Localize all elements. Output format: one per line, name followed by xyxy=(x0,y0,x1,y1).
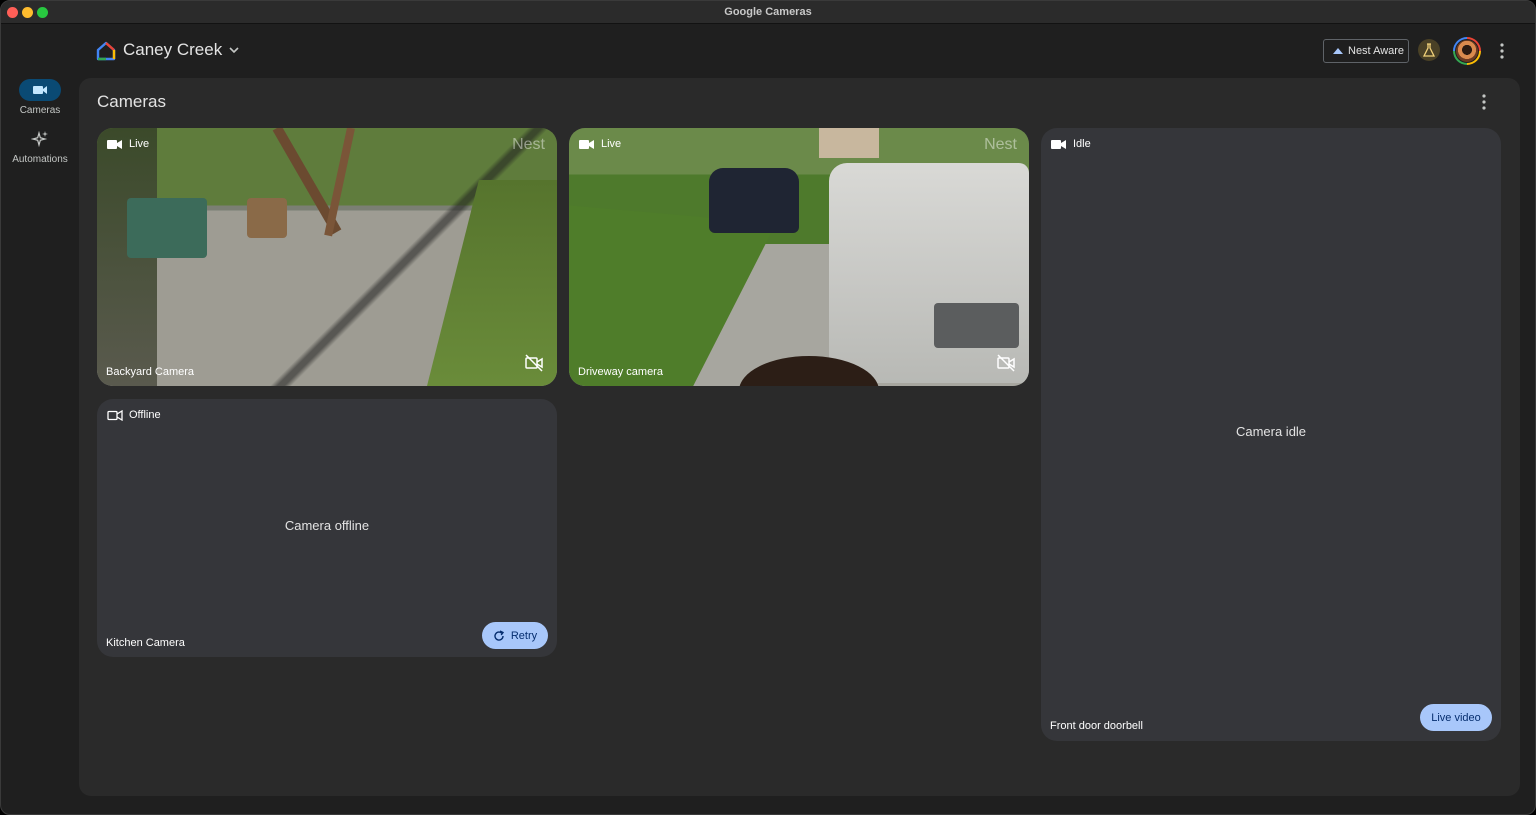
camera-card-kitchen[interactable]: Offline Camera offline Kitchen Camera Re… xyxy=(97,399,557,657)
status-label: Offline xyxy=(129,409,161,421)
status-badge: Idle xyxy=(1051,138,1091,150)
camera-card-backyard[interactable]: Live Nest Backyard Camera xyxy=(97,128,557,386)
retry-button[interactable]: Retry xyxy=(482,622,548,649)
nest-aware-icon xyxy=(1333,48,1343,54)
chevron-down-icon[interactable] xyxy=(227,43,241,57)
nest-aware-button[interactable]: Nest Aware xyxy=(1323,39,1409,63)
rail-item-automations[interactable]: Automations xyxy=(9,128,71,165)
status-label: Live xyxy=(129,138,150,150)
nest-watermark: Nest xyxy=(512,136,545,153)
google-home-logo-icon xyxy=(96,41,116,61)
camera-name: Kitchen Camera xyxy=(106,637,185,649)
videocam-icon xyxy=(107,139,122,149)
camera-offline-message: Camera offline xyxy=(284,518,370,533)
title-bar: Google Cameras xyxy=(1,1,1535,24)
status-label: Idle xyxy=(1073,138,1091,150)
camera-name: Backyard Camera xyxy=(106,366,195,378)
camera-idle-message: Camera idle xyxy=(1235,424,1307,439)
flask-icon xyxy=(1423,43,1435,57)
videocam-icon xyxy=(579,139,594,149)
status-label: Live xyxy=(601,138,622,150)
more-vert-icon[interactable] xyxy=(1477,92,1491,112)
videocam-off-icon[interactable] xyxy=(997,354,1015,372)
videocam-icon xyxy=(107,409,123,421)
nest-watermark: Nest xyxy=(984,136,1017,153)
status-badge: Live xyxy=(579,138,621,150)
rail-item-cameras[interactable]: Cameras xyxy=(9,79,71,116)
window-title: Google Cameras xyxy=(724,6,812,18)
refresh-icon xyxy=(494,629,504,641)
camera-card-front-door[interactable]: Idle Camera idle Front door doorbell Liv… xyxy=(1041,128,1501,741)
status-badge: Live xyxy=(107,138,149,150)
rail-label-automations: Automations xyxy=(12,154,68,165)
camera-card-driveway[interactable]: Live Nest Driveway camera xyxy=(569,128,1029,386)
cameras-panel: Cameras Live Nest Backyard Camera Live N… xyxy=(79,78,1520,796)
rail-label-cameras: Cameras xyxy=(19,105,61,116)
home-name[interactable]: Caney Creek xyxy=(123,40,222,60)
camera-name: Front door doorbell xyxy=(1050,720,1143,732)
camera-feed-image xyxy=(569,128,1029,386)
more-vert-icon[interactable] xyxy=(1495,41,1509,61)
videocam-icon xyxy=(33,86,47,94)
labs-button[interactable] xyxy=(1418,39,1440,61)
status-badge: Offline xyxy=(107,409,161,421)
account-avatar[interactable] xyxy=(1453,37,1481,65)
live-video-button[interactable]: Live video xyxy=(1420,704,1492,731)
page-title: Cameras xyxy=(97,92,166,111)
camera-feed-image xyxy=(97,128,557,386)
nest-aware-label: Nest Aware xyxy=(1348,45,1405,57)
sparkle-icon xyxy=(31,130,48,148)
camera-name: Driveway camera xyxy=(578,366,663,378)
videocam-icon xyxy=(1051,139,1066,149)
app-window: Google Cameras Caney Creek Nest Aware Ca… xyxy=(0,0,1536,815)
videocam-off-icon[interactable] xyxy=(525,354,543,372)
retry-label: Retry xyxy=(510,629,538,642)
